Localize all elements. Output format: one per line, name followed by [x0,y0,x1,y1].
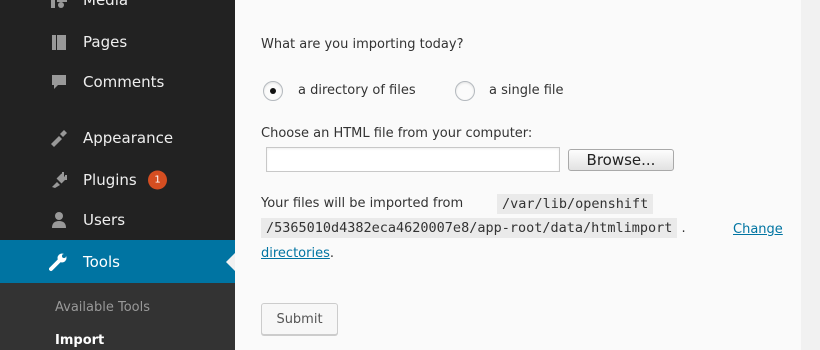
change-directories-line: directories. [261,246,334,261]
plugins-update-badge: 1 [148,170,167,190]
radio-directory[interactable] [263,81,283,101]
import-info-text: Your files will be imported from [261,196,464,211]
tools-submenu: Available Tools Import [0,283,235,350]
browse-button[interactable]: Browse... [568,149,674,171]
sidebar-item-users[interactable]: Users [0,200,235,240]
sidebar-item-label: Appearance [83,129,174,147]
sidebar-item-label: Users [83,211,126,229]
comments-icon [49,72,69,92]
submit-button[interactable]: Submit [261,303,338,335]
change-directories-link[interactable]: Change [733,222,783,237]
appearance-icon [49,128,69,148]
import-question: What are you importing today? [261,37,464,52]
sidebar-item-plugins[interactable]: Plugins 1 [0,160,235,200]
media-icon [49,0,69,10]
panel-edge [801,0,820,350]
pages-icon [49,32,69,52]
period-text: . [329,246,334,261]
sidebar-item-label: Comments [83,73,165,91]
radio-single-file[interactable] [455,81,475,101]
import-path-part2: /5365010d4382eca4620007e8/app-root/data/… [261,218,678,238]
radio-directory-label[interactable]: a directory of files [298,83,416,98]
import-panel [235,0,801,350]
file-path-input[interactable] [266,147,560,172]
file-prompt: Choose an HTML file from your computer: [261,126,533,141]
users-icon [49,210,69,230]
sidebar-item-tools[interactable]: Tools [0,240,235,283]
import-path-part1: /var/lib/openshift [497,194,654,214]
sidebar-item-label: Tools [83,252,120,271]
sidebar-item-label: Pages [83,33,128,51]
sidebar-item-comments[interactable]: Comments [0,62,235,102]
plug-icon [49,170,69,190]
sidebar-item-media[interactable]: Media [0,0,235,20]
submenu-import[interactable]: Import [55,333,104,348]
submenu-available-tools[interactable]: Available Tools [55,300,150,315]
separator-text: . [681,221,686,236]
radio-single-file-label[interactable]: a single file [489,83,564,98]
import-path-line: /5365010d4382eca4620007e8/app-root/data/… [261,218,686,238]
sidebar-item-pages[interactable]: Pages [0,22,235,62]
sidebar-item-label: Media [83,0,129,9]
wrench-icon [49,252,69,272]
change-directories-link-cont[interactable]: directories [261,246,330,261]
sidebar-item-appearance[interactable]: Appearance [0,118,235,158]
sidebar-item-label: Plugins [83,171,137,189]
admin-sidebar: Media Pages Comments Appearance Plugins … [0,0,235,350]
